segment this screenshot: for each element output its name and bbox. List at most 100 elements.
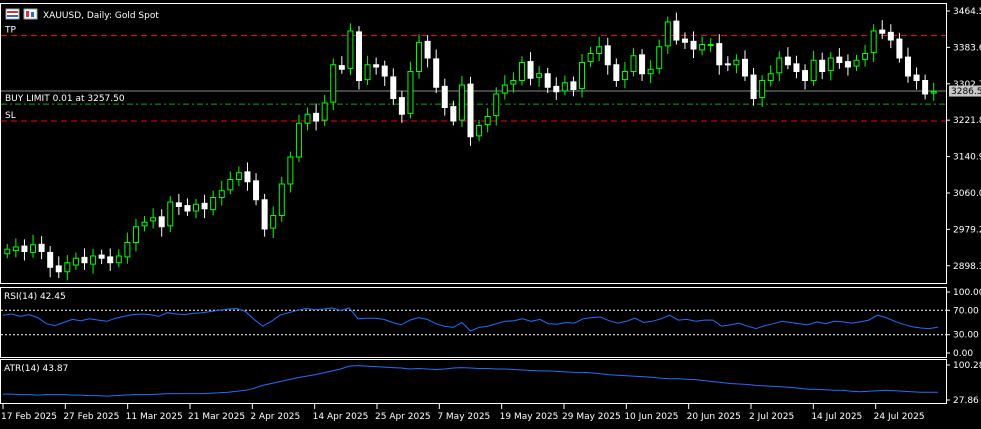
candle-body	[47, 251, 54, 268]
candle-body	[4, 248, 11, 255]
candle-body	[321, 102, 328, 121]
candle-body	[107, 256, 114, 264]
candle-body	[570, 81, 577, 90]
tp-label: TP	[4, 26, 16, 36]
candle-body	[193, 203, 200, 212]
candle-body	[313, 112, 320, 122]
candle-body	[12, 246, 19, 252]
candle-body	[390, 76, 397, 100]
candle-body	[862, 53, 869, 60]
date-tick-label: 27 Feb 2025	[63, 412, 119, 422]
candle-body	[664, 21, 671, 47]
candle-body	[819, 59, 826, 72]
price-tick-label: 3383.6	[953, 43, 981, 53]
candle-body	[501, 84, 508, 94]
candle-body	[887, 31, 894, 41]
candle-body	[441, 85, 448, 108]
candle-body	[338, 65, 345, 70]
price-tick-label: 3464.5	[953, 7, 981, 17]
candle-body	[270, 215, 277, 229]
candle-body	[647, 68, 654, 75]
candle-body	[98, 254, 105, 259]
candle-body	[330, 64, 337, 103]
candle-body	[287, 156, 294, 185]
candle-body	[158, 216, 165, 228]
candle-body	[724, 63, 731, 66]
candle-body	[793, 63, 800, 72]
candle-body	[21, 245, 28, 253]
candle-body	[630, 55, 637, 72]
candle-body	[853, 59, 860, 67]
candle-body	[681, 38, 688, 43]
chart-type-icon[interactable]	[23, 8, 38, 20]
price-tick-label: 3140.9	[953, 153, 981, 163]
date-tick-label: 29 May 2025	[562, 412, 621, 422]
candle-body	[802, 70, 809, 81]
candle-body	[450, 106, 457, 122]
candle-body	[733, 59, 740, 66]
candle-body	[476, 125, 483, 137]
candle-body	[244, 171, 251, 183]
sl-label: SL	[5, 111, 16, 121]
candle-body	[904, 56, 911, 77]
rsi-tick-label: 0.00	[953, 349, 973, 359]
candle-body	[922, 80, 929, 95]
date-tick-label: 11 Mar 2025	[126, 412, 183, 422]
candle-body	[596, 46, 603, 54]
candle-body	[639, 54, 646, 75]
current-price-tag: 3286.53	[949, 85, 981, 97]
candle-body	[355, 31, 362, 81]
candle-body	[407, 71, 414, 114]
date-tick-label: 2 Apr 2025	[250, 412, 300, 422]
candle-body	[218, 190, 225, 198]
candle-body	[30, 244, 37, 253]
candle-body	[673, 20, 680, 41]
date-tick-label: 10 Jun 2025	[624, 412, 678, 422]
date-tick-label: 14 Apr 2025	[313, 412, 369, 422]
candle-body	[167, 201, 174, 227]
candle-body	[613, 64, 620, 81]
buy-limit-label: BUY LIMIT 0.01 at 3257.50	[5, 94, 125, 104]
candle-body	[90, 255, 97, 265]
candle-body	[398, 97, 405, 115]
date-tick-label: 25 Apr 2025	[375, 412, 431, 422]
candle-body	[844, 61, 851, 68]
candle-body	[656, 46, 663, 69]
candle-body	[536, 73, 543, 78]
window-icon[interactable]	[5, 8, 20, 20]
candle-body	[879, 29, 886, 34]
candle-body	[184, 205, 191, 212]
candle-body	[544, 73, 551, 88]
candle-body	[827, 57, 834, 72]
candle-body	[561, 82, 568, 92]
candle-body	[227, 179, 234, 191]
candle-body	[776, 57, 783, 74]
candle-body	[913, 74, 920, 81]
price-tick-label: 3221.8	[953, 116, 981, 126]
candle-body	[518, 62, 525, 81]
candle-body	[364, 64, 371, 81]
candle-body	[759, 80, 766, 99]
candle-body	[347, 30, 354, 69]
price-tick-label: 2898.3	[953, 262, 981, 272]
candle-body	[38, 243, 45, 253]
candle-body	[424, 40, 431, 59]
candle-body	[553, 85, 560, 93]
candle-body	[381, 65, 388, 77]
price-tick-label: 2979.2	[953, 225, 981, 235]
chart-window[interactable]: XAUUSD, Daily: Gold Spot TP BUY LIMIT 0.…	[0, 0, 981, 429]
candle-body	[55, 265, 62, 273]
candle-body	[433, 58, 440, 88]
candle-body	[124, 242, 131, 258]
candle-body	[510, 80, 517, 85]
candle-body	[767, 73, 774, 81]
candle-body	[373, 64, 380, 68]
rsi-tick-label: 70.00	[953, 306, 979, 316]
candle-body	[484, 116, 491, 126]
candle-body	[235, 172, 242, 180]
candle-body	[467, 83, 474, 138]
candle-body	[132, 226, 139, 243]
candle-body	[150, 217, 157, 222]
candle-body	[741, 58, 748, 77]
candle-body	[604, 45, 611, 66]
